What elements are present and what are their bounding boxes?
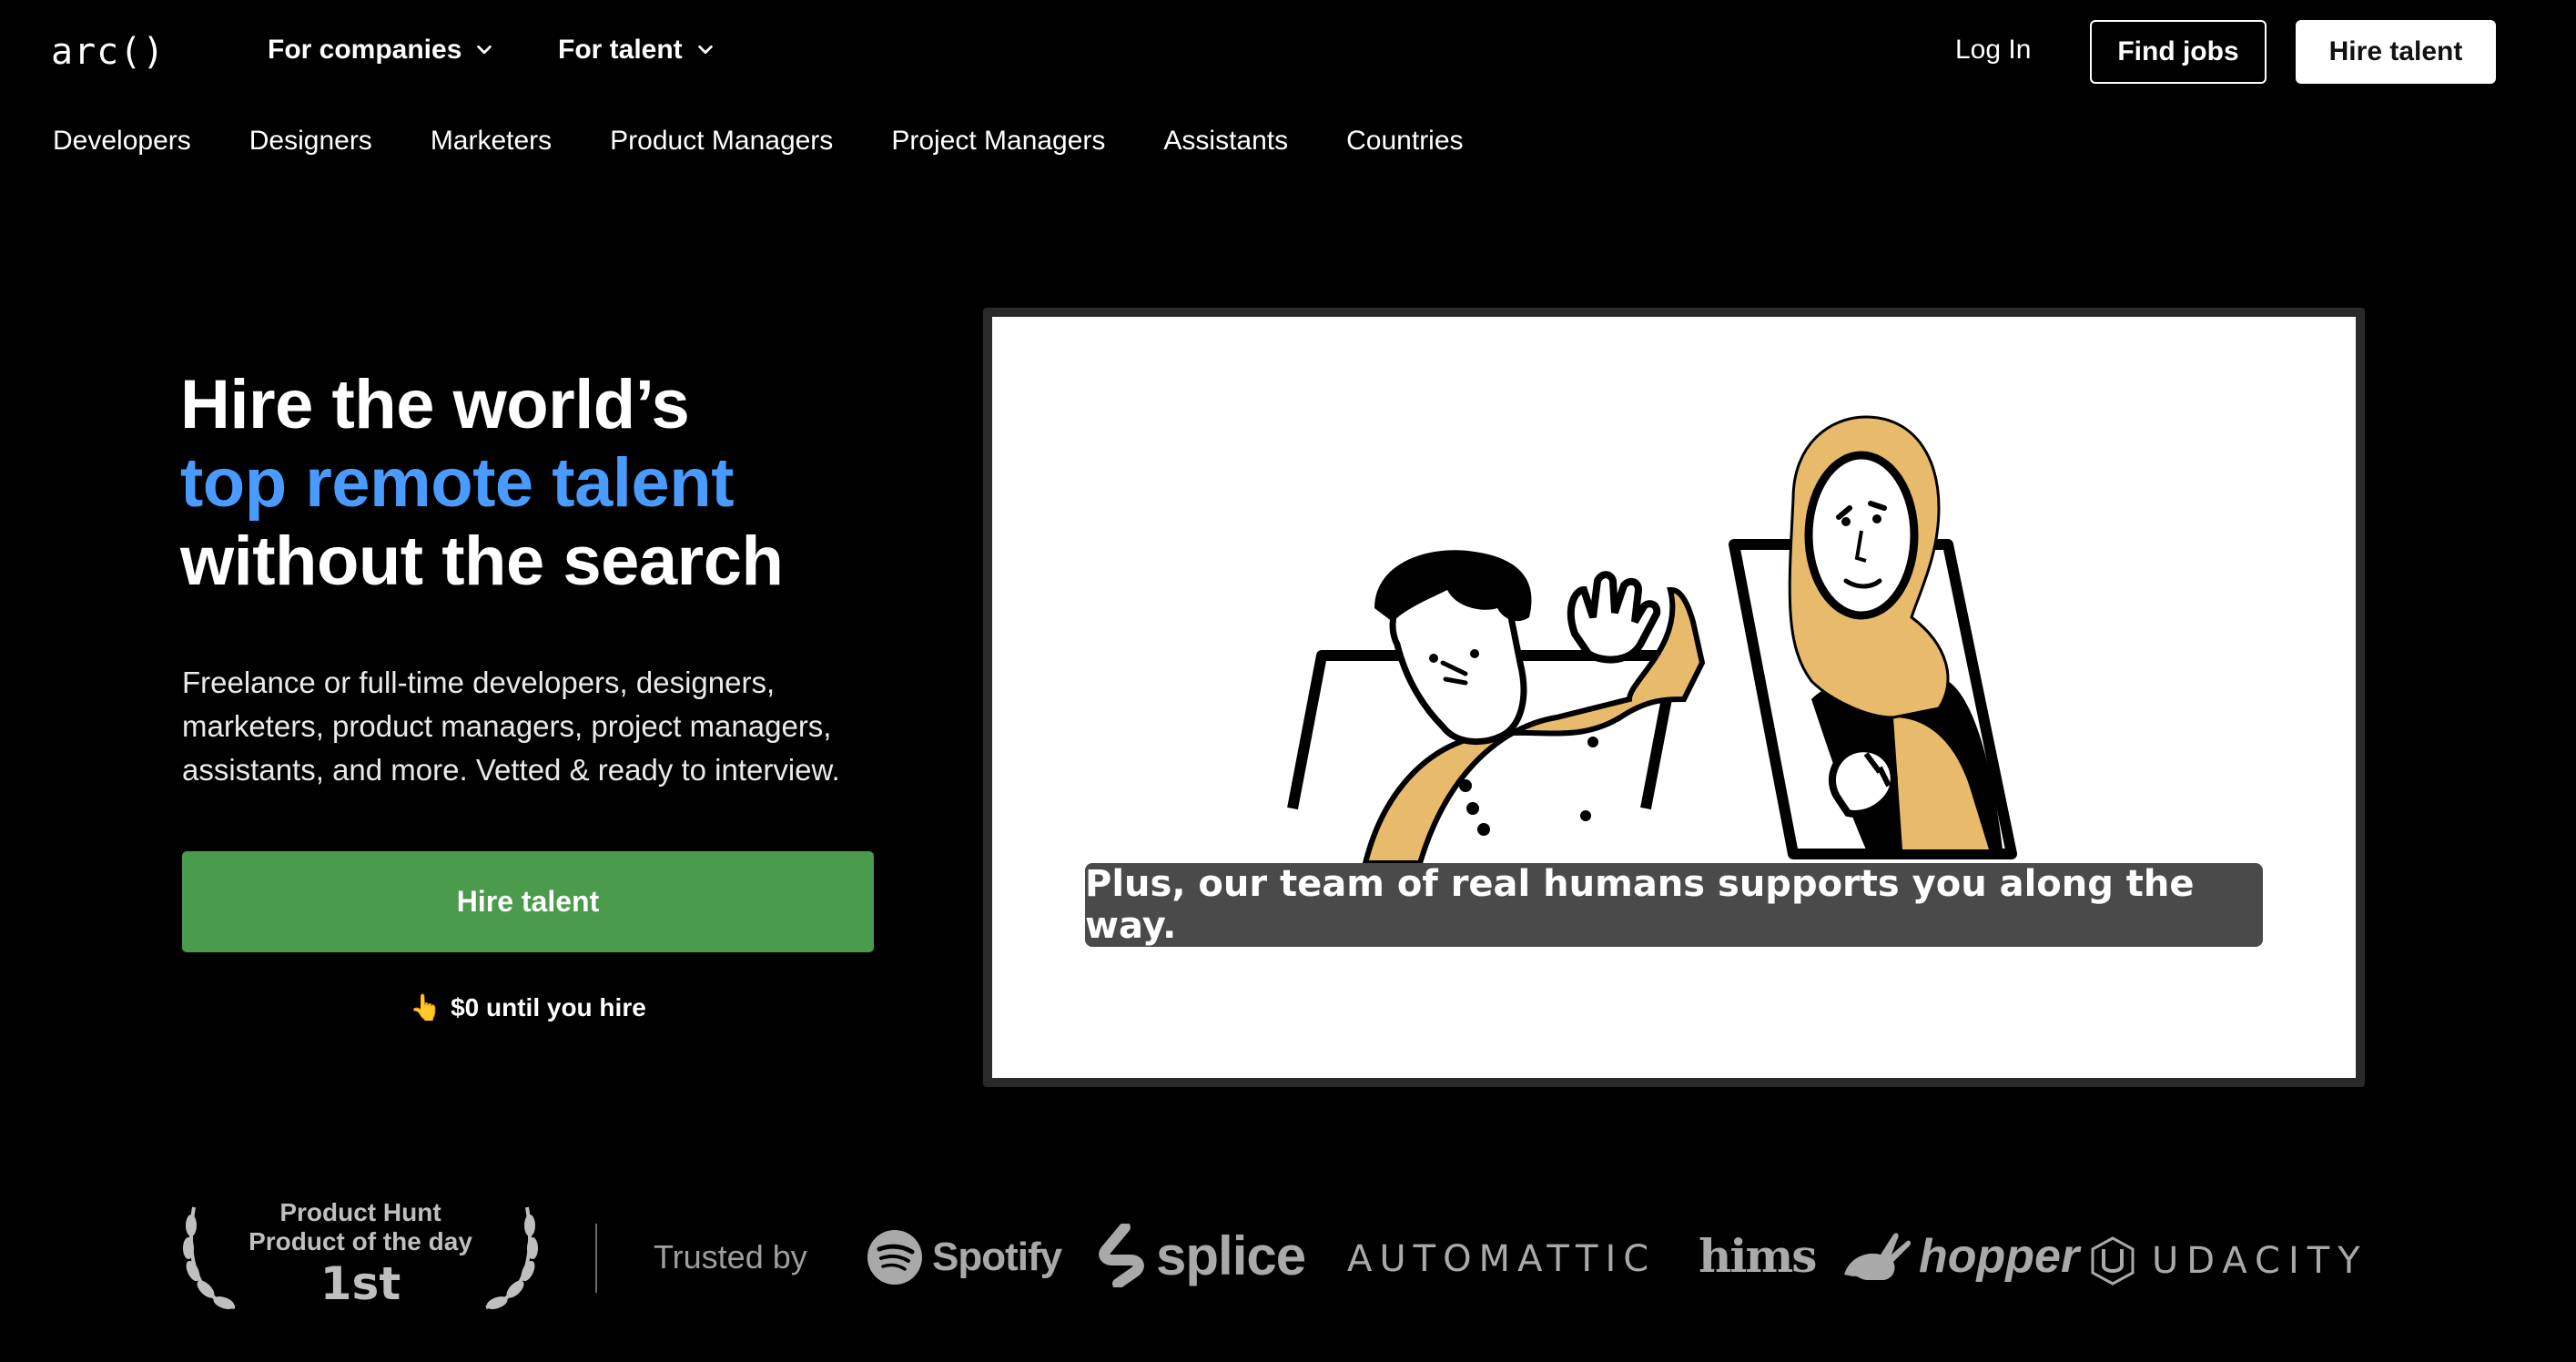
subnav-developers[interactable]: Developers <box>53 126 191 157</box>
hero-description: Freelance or full-time developers, desig… <box>182 666 840 787</box>
udacity-logo: UDACITY <box>2090 1236 2368 1286</box>
udacity-icon <box>2091 1236 2135 1286</box>
hire-talent-header-button[interactable]: Hire talent <box>2296 20 2496 84</box>
subnav-marketers[interactable]: Marketers <box>431 126 552 157</box>
hero-title-line1: Hire the world’s <box>180 366 690 443</box>
automattic-logo: AUTOMATTIC <box>1347 1238 1657 1280</box>
pricing-note-text: $0 until you hire <box>451 993 646 1022</box>
award-line1: Product Hunt <box>279 1198 441 1226</box>
award-rank: 1st <box>319 1257 401 1310</box>
hims-logo: hims <box>1699 1229 1817 1283</box>
splice-logo: splice <box>1098 1224 1306 1287</box>
hopper-logo: hopper <box>1841 1229 2079 1284</box>
trusted-by-label: Trusted by <box>654 1238 807 1276</box>
product-hunt-award[interactable]: Product Hunt Product of the day 1st <box>180 1198 541 1315</box>
nav-for-companies[interactable]: For companies <box>268 35 494 66</box>
award-text: Product Hunt Product of the day 1st <box>180 1198 541 1311</box>
hero-title-line3: without the search <box>180 523 784 600</box>
pricing-note: 👆 $0 until you hire <box>0 992 1056 1022</box>
login-link[interactable]: Log In <box>1955 35 2031 66</box>
video-caption: Plus, our team of real humans supports y… <box>1085 863 2263 947</box>
chevron-down-icon <box>477 45 492 55</box>
subnav-designers[interactable]: Designers <box>249 126 372 157</box>
arc-logo[interactable]: arc() <box>51 31 165 73</box>
subnav-assistants[interactable]: Assistants <box>1163 126 1288 157</box>
hero-video[interactable]: Plus, our team of real humans supports y… <box>983 308 2365 1087</box>
nav-for-talent[interactable]: For talent <box>558 35 715 66</box>
find-jobs-button[interactable]: Find jobs <box>2090 20 2267 84</box>
hero-title-highlight: top remote talent <box>180 444 735 522</box>
hero-title: Hire the world’s top remote talent witho… <box>180 366 784 601</box>
people-waving-illustration <box>1287 415 2017 866</box>
chevron-down-icon <box>697 45 713 55</box>
category-subnav: Developers Designers Marketers Product M… <box>53 126 1464 157</box>
nav-for-companies-label: For companies <box>268 35 462 65</box>
divider <box>595 1224 597 1293</box>
award-line2: Product of the day <box>248 1227 472 1255</box>
bunny-icon <box>1844 1233 1912 1280</box>
nav-for-talent-label: For talent <box>558 35 683 65</box>
udacity-logo-text: UDACITY <box>2152 1240 2368 1282</box>
spotify-icon <box>867 1230 922 1285</box>
splice-icon <box>1099 1224 1144 1287</box>
subnav-countries[interactable]: Countries <box>1346 126 1463 157</box>
subnav-product-managers[interactable]: Product Managers <box>610 126 833 157</box>
subnav-project-managers[interactable]: Project Managers <box>891 126 1105 157</box>
hire-talent-button[interactable]: Hire talent <box>182 851 874 952</box>
hopper-logo-text: hopper <box>1919 1230 2080 1283</box>
spotify-logo: Spotify <box>867 1229 1062 1286</box>
spotify-logo-text: Spotify <box>932 1235 1062 1279</box>
pointing-hand-icon: 👆 <box>410 993 442 1022</box>
splice-logo-text: splice <box>1156 1225 1306 1286</box>
